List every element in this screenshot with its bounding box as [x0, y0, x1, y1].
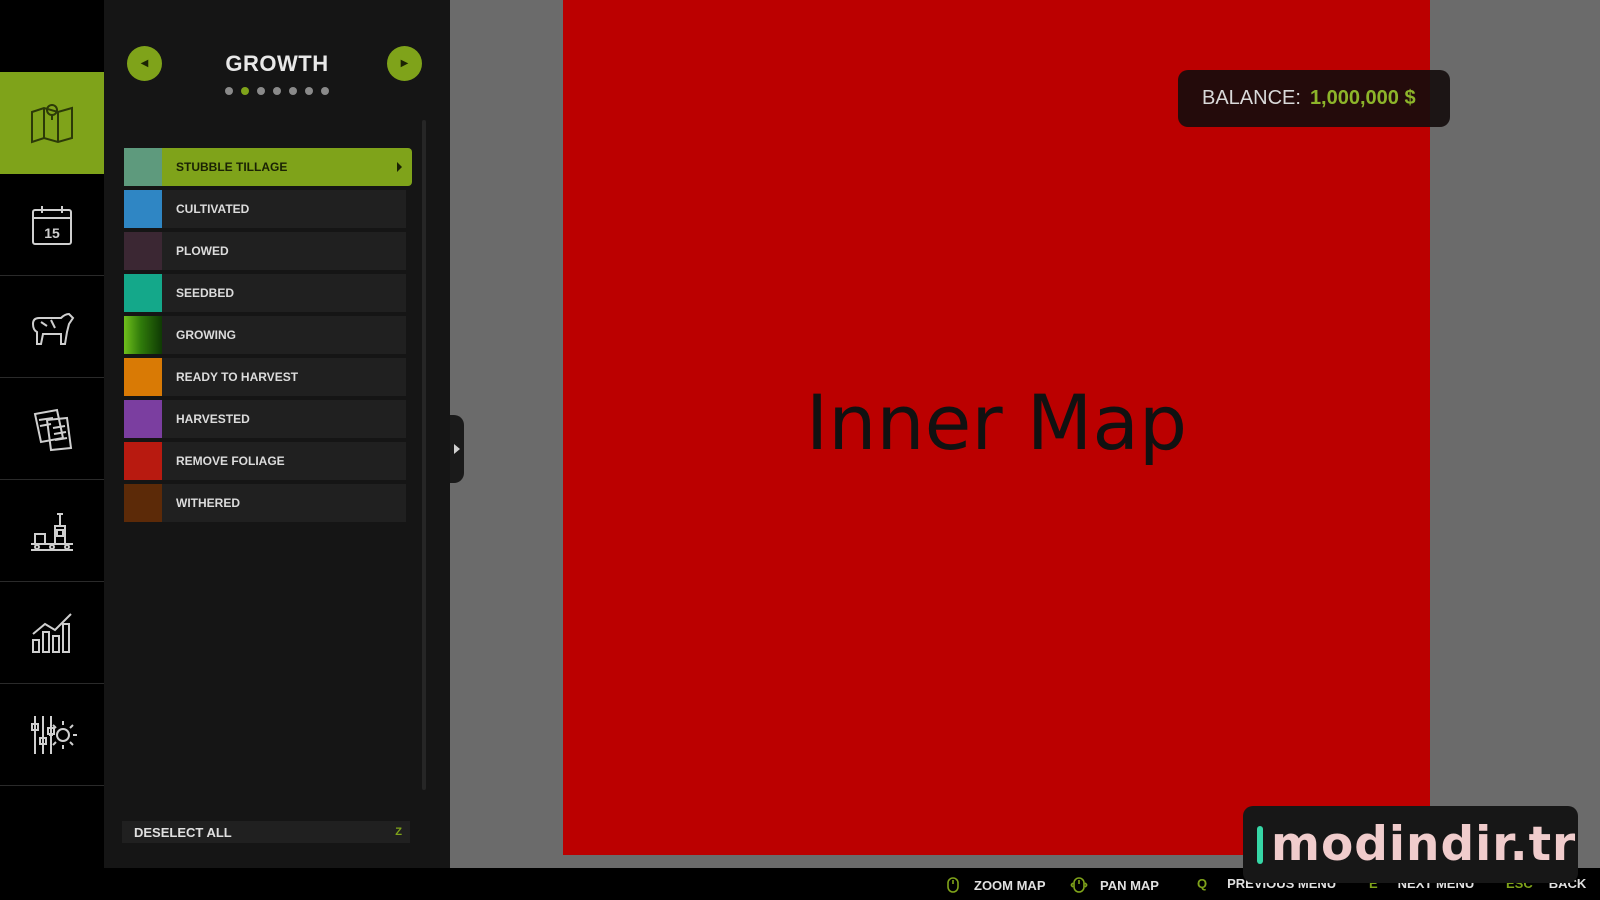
legend-color-swatch: [124, 442, 162, 480]
pan-map-label: PAN MAP: [1100, 877, 1159, 893]
growth-legend: STUBBLE TILLAGE CULTIVATED PLOWED SEEDBED GR…: [124, 148, 412, 526]
deselect-all-label: DESELECT ALL: [134, 824, 232, 840]
legend-item[interactable]: REMOVE FOLIAGE: [124, 442, 406, 480]
cow-icon: [31, 312, 75, 345]
inner-map-label: Inner Map: [805, 378, 1188, 467]
watermark: modindir.tr: [1243, 806, 1578, 883]
page-dot[interactable]: [225, 87, 233, 95]
watermark-text: modindir.tr: [1271, 817, 1577, 872]
map-icon: [31, 104, 73, 144]
page-indicator: [104, 87, 450, 95]
legend-item[interactable]: SEEDBED: [124, 274, 406, 312]
zoom-map-hint[interactable]: ZOOM MAP: [944, 876, 1046, 894]
watermark-logo-bar: [1257, 825, 1263, 864]
legend-color-swatch: [124, 148, 162, 186]
zoom-map-label: ZOOM MAP: [974, 877, 1046, 893]
legend-item-label: REMOVE FOLIAGE: [176, 454, 285, 468]
legend-item-label: SEEDBED: [176, 286, 235, 300]
pan-map-hint[interactable]: PAN MAP: [1070, 876, 1159, 894]
mouse-wheel-icon: [947, 877, 959, 893]
legend-item-label: CULTIVATED: [176, 202, 250, 216]
legend-color-swatch: [124, 316, 162, 354]
legend-item-label: WITHERED: [176, 496, 240, 510]
legend-item-label: HARVESTED: [176, 412, 250, 426]
contracts-icon: [33, 408, 73, 451]
legend-color-swatch: [124, 484, 162, 522]
collapse-panel-handle[interactable]: [450, 415, 464, 483]
deselect-all-button[interactable]: DESELECT ALL Z: [122, 821, 410, 843]
page-dot[interactable]: [305, 87, 313, 95]
svg-text:15: 15: [44, 225, 60, 241]
chevron-right-icon: [397, 162, 402, 172]
page-dot[interactable]: [321, 87, 329, 95]
chevron-right-icon: ▶: [400, 58, 409, 69]
rail-item-map[interactable]: [0, 72, 111, 174]
legend-color-swatch: [124, 274, 162, 312]
page-dot[interactable]: [257, 87, 265, 95]
legend-item[interactable]: CULTIVATED: [124, 190, 406, 228]
production-icon: [31, 512, 73, 551]
legend-item-label: STUBBLE TILLAGE: [176, 160, 288, 174]
chevron-right-icon: [454, 444, 460, 454]
menu-rail: 15: [0, 0, 111, 868]
balance-value: 1,000,000 $: [1309, 87, 1416, 109]
legend-item[interactable]: GROWING: [124, 316, 406, 354]
legend-item-label: GROWING: [176, 328, 236, 342]
page-dot[interactable]: [241, 87, 249, 95]
legend-color-swatch: [124, 232, 162, 270]
rail-item-calendar[interactable]: 15: [0, 174, 104, 276]
rail-item-statistics[interactable]: [0, 582, 104, 684]
legend-item-label: PLOWED: [176, 244, 229, 258]
legend-color-swatch: [124, 358, 162, 396]
legend-item[interactable]: HARVESTED: [124, 400, 406, 438]
rail-item-production[interactable]: [0, 480, 104, 582]
inner-map[interactable]: Inner Map: [563, 0, 1430, 855]
balance-display: BALANCE: 1,000,000 $: [1178, 70, 1450, 127]
legend-item[interactable]: READY TO HARVEST: [124, 358, 406, 396]
legend-color-swatch: [124, 400, 162, 438]
page-dot[interactable]: [289, 87, 297, 95]
legend-item-label: READY TO HARVEST: [176, 370, 299, 384]
rail-item-settings[interactable]: [0, 684, 104, 786]
legend-color-swatch: [124, 190, 162, 228]
deselect-key-hint: Z: [395, 826, 402, 838]
balance-label: BALANCE:: [1202, 87, 1301, 109]
rail-item-animals[interactable]: [0, 276, 104, 378]
legend-item[interactable]: PLOWED: [124, 232, 406, 270]
previous-menu-key: Q: [1197, 876, 1208, 891]
calendar-icon: 15: [32, 205, 72, 245]
growth-panel: ◀ GROWTH ▶ STUBBLE TILLAGE CULTIVATED PLOW…: [104, 0, 450, 868]
legend-item[interactable]: STUBBLE TILLAGE: [124, 148, 412, 186]
statistics-icon: [32, 612, 72, 653]
next-page-button[interactable]: ▶: [387, 46, 422, 81]
legend-item[interactable]: WITHERED: [124, 484, 406, 522]
legend-scrollbar[interactable]: [422, 120, 426, 790]
page-dot[interactable]: [273, 87, 281, 95]
rail-item-contracts[interactable]: [0, 378, 104, 480]
mouse-drag-icon: [1070, 877, 1088, 893]
settings-icon: [31, 715, 77, 754]
